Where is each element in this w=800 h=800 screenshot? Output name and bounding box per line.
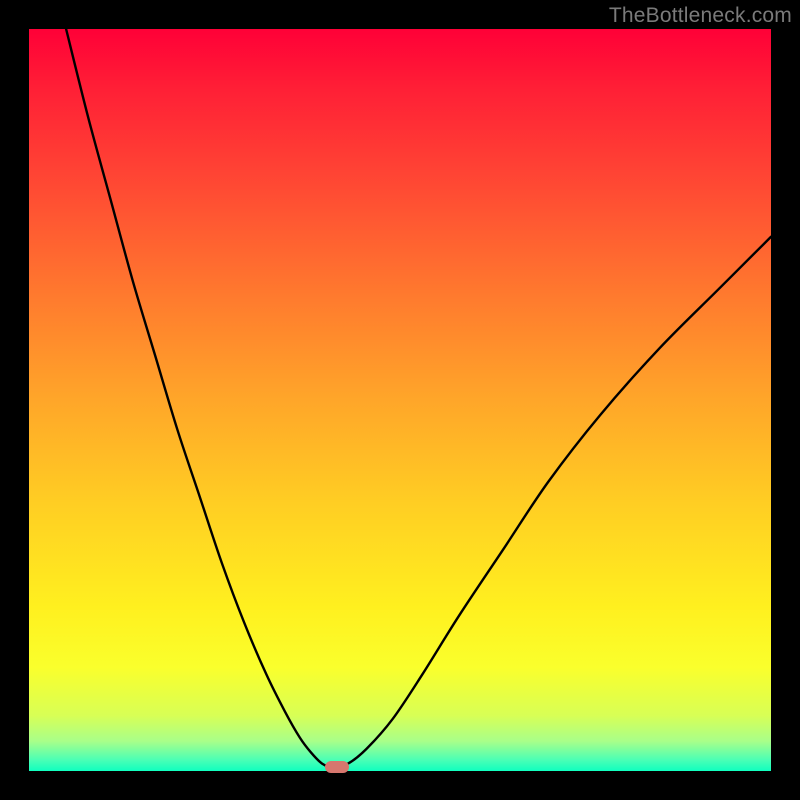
plot-area — [29, 29, 771, 771]
chart-frame: TheBottleneck.com — [0, 0, 800, 800]
bottleneck-curve — [29, 29, 771, 771]
optimal-marker — [325, 761, 349, 773]
watermark-text: TheBottleneck.com — [609, 4, 792, 28]
